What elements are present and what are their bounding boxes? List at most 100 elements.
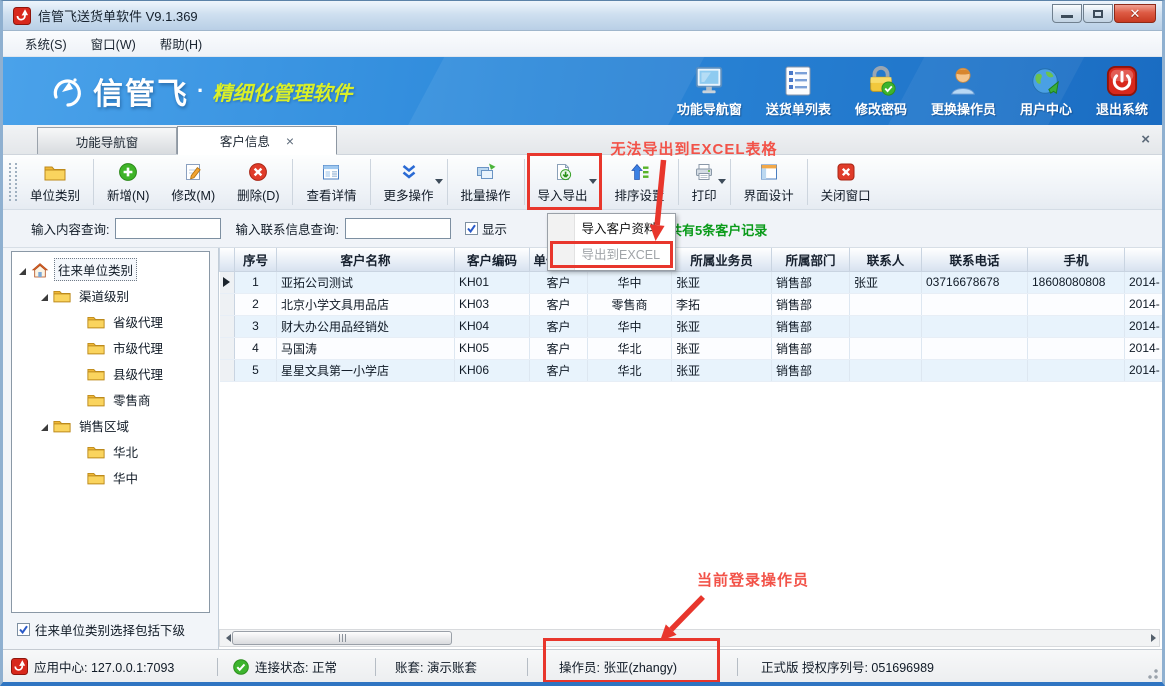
row-selector[interactable]	[220, 271, 235, 293]
table-cell[interactable]: 张亚	[672, 271, 772, 293]
table-cell[interactable]: 2014-	[1125, 293, 1163, 315]
toolbar-add[interactable]: 新增(N)	[96, 155, 160, 209]
table-cell[interactable]: KH06	[455, 359, 530, 381]
minimize-button[interactable]	[1052, 4, 1082, 23]
table-cell[interactable]	[1028, 315, 1125, 337]
toolbar-close-window[interactable]: 关闭窗口	[810, 155, 882, 209]
column-header[interactable]: 联系电话	[922, 248, 1028, 271]
table-cell[interactable]: 华北	[588, 359, 672, 381]
toolbar-batch-actions[interactable]: 批量操作	[450, 155, 522, 209]
table-row[interactable]: 3财大办公用品经销处KH04客户华中张亚销售部2014-	[220, 315, 1163, 337]
table-cell[interactable]: 4	[235, 337, 277, 359]
tabstrip-close-icon[interactable]: ×	[1141, 131, 1150, 148]
table-cell[interactable]: 5	[235, 359, 277, 381]
banner-action-switch-operator[interactable]: 更换操作员	[931, 64, 996, 118]
table-cell[interactable]: 18608080808	[1028, 271, 1125, 293]
tree-item[interactable]: 县级代理	[12, 360, 209, 386]
tree-item[interactable]: 省级代理	[12, 308, 209, 334]
row-selector[interactable]	[220, 359, 235, 381]
table-cell[interactable]: KH05	[455, 337, 530, 359]
row-selector[interactable]	[220, 337, 235, 359]
content-query-input[interactable]	[115, 218, 221, 239]
table-cell[interactable]: 销售部	[772, 293, 850, 315]
table-cell[interactable]: 亚拓公司测试	[277, 271, 455, 293]
banner-action-nav-window[interactable]: 功能导航窗	[677, 64, 742, 118]
row-selector[interactable]	[220, 315, 235, 337]
table-cell[interactable]	[850, 315, 922, 337]
table-cell[interactable]: 1	[235, 271, 277, 293]
table-cell[interactable]: 华中	[588, 271, 672, 293]
table-cell[interactable]: 星星文具第一小学店	[277, 359, 455, 381]
table-row[interactable]: 4马国涛KH05客户华北张亚销售部 2014-	[220, 337, 1163, 359]
table-cell[interactable]	[922, 337, 1028, 359]
toolbar-sort-settings[interactable]: 排序设置	[604, 155, 676, 209]
table-cell[interactable]: 华北	[588, 337, 672, 359]
expand-icon[interactable]	[40, 291, 49, 300]
table-cell[interactable]: 客户	[530, 337, 588, 359]
resize-grip[interactable]	[1147, 668, 1159, 680]
tab-close-icon[interactable]: ×	[286, 134, 294, 148]
table-cell[interactable]	[850, 293, 922, 315]
tree-item[interactable]: 华中	[12, 464, 209, 490]
tab-customer-info[interactable]: 客户信息×	[177, 126, 337, 155]
table-cell[interactable]: 李拓	[672, 293, 772, 315]
column-header[interactable]: 联系人	[850, 248, 922, 271]
table-cell[interactable]	[850, 359, 922, 381]
table-cell[interactable]	[1028, 337, 1125, 359]
tree-item[interactable]: 零售商	[12, 386, 209, 412]
banner-action-exit-system[interactable]: 退出系统	[1096, 64, 1148, 118]
table-cell[interactable]: 张亚	[672, 359, 772, 381]
column-header[interactable]: 序号	[235, 248, 277, 271]
scrollbar-thumb[interactable]	[232, 631, 452, 645]
tree-item[interactable]: 华北	[12, 438, 209, 464]
table-cell[interactable]: 华中	[588, 315, 672, 337]
table-cell[interactable]: 财大办公用品经销处	[277, 315, 455, 337]
table-cell[interactable]: 销售部	[772, 271, 850, 293]
toolbar-delete[interactable]: 删除(D)	[226, 155, 290, 209]
table-row[interactable]: 1亚拓公司测试KH01客户华中张亚销售部张亚037166786781860808…	[220, 271, 1163, 293]
expand-icon[interactable]	[40, 421, 49, 430]
table-cell[interactable]	[922, 293, 1028, 315]
menu-item-system[interactable]: 系统(S)	[13, 30, 79, 57]
table-cell[interactable]	[922, 315, 1028, 337]
tab-nav-window[interactable]: 功能导航窗	[37, 127, 177, 154]
table-cell[interactable]: 销售部	[772, 359, 850, 381]
table-cell[interactable]: 2014-	[1125, 337, 1163, 359]
table-row[interactable]: 2北京小学文具用品店KH03客户零售商李拓销售部2014-	[220, 293, 1163, 315]
table-cell[interactable]: 03716678678	[922, 271, 1028, 293]
tree-item[interactable]: 销售区域	[12, 412, 209, 438]
banner-action-delivery-list[interactable]: 送货单列表	[766, 64, 831, 118]
table-cell[interactable]: 2	[235, 293, 277, 315]
toolbar-more-actions[interactable]: 更多操作	[373, 155, 445, 209]
table-cell[interactable]	[922, 359, 1028, 381]
table-cell[interactable]: 2014-	[1125, 359, 1163, 381]
table-cell[interactable]: KH01	[455, 271, 530, 293]
table-row[interactable]: 5星星文具第一小学店KH06客户华北张亚销售部2014-	[220, 359, 1163, 381]
table-cell[interactable]: 销售部	[772, 337, 850, 359]
table-cell[interactable]: 2014-	[1125, 315, 1163, 337]
close-button[interactable]: ✕	[1114, 4, 1156, 23]
display-checkbox[interactable]: 显示	[465, 219, 507, 238]
tree-item[interactable]: 市级代理	[12, 334, 209, 360]
column-header[interactable]: 客户编码	[455, 248, 530, 271]
menu-item-window[interactable]: 窗口(W)	[79, 30, 148, 57]
maximize-button[interactable]	[1083, 4, 1113, 23]
column-header[interactable]: 所属部门	[772, 248, 850, 271]
column-header[interactable]: 客户名称	[277, 248, 455, 271]
table-cell[interactable]: 2014-	[1125, 271, 1163, 293]
expand-icon[interactable]	[18, 265, 27, 274]
row-selector[interactable]	[220, 293, 235, 315]
toolbar-view-detail[interactable]: 查看详情	[295, 155, 367, 209]
toolbar-ui-design[interactable]: 界面设计	[733, 155, 805, 209]
table-cell[interactable]: 张亚	[672, 337, 772, 359]
contact-query-input[interactable]	[345, 218, 451, 239]
table-cell[interactable]: 零售商	[588, 293, 672, 315]
banner-action-user-center[interactable]: 用户中心	[1020, 64, 1072, 118]
table-cell[interactable]: 马国涛	[277, 337, 455, 359]
include-sub-checkbox[interactable]: 往来单位类别选择包括下级	[17, 620, 185, 639]
column-header[interactable]: 手机	[1028, 248, 1125, 271]
horizontal-scrollbar[interactable]	[219, 629, 1160, 647]
table-cell[interactable]: KH04	[455, 315, 530, 337]
table-cell[interactable]: 3	[235, 315, 277, 337]
toolbar-unit-category[interactable]: 单位类别	[19, 155, 91, 209]
